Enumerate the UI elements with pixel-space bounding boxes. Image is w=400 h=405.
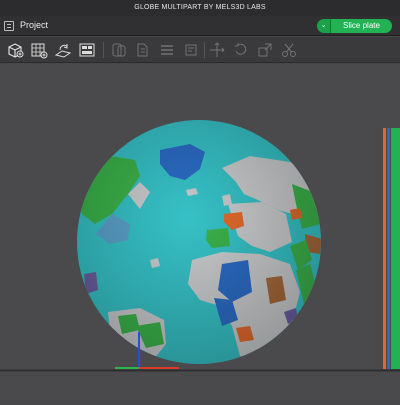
- viewport-canvas: [0, 120, 400, 372]
- menu-icon[interactable]: [4, 21, 14, 31]
- slice-dropdown-button[interactable]: ⌄: [317, 19, 331, 33]
- cut-icon[interactable]: [280, 41, 298, 59]
- auto-orient-icon[interactable]: [54, 41, 72, 59]
- toolbar: [0, 37, 400, 63]
- object-edge-blue: [387, 128, 390, 369]
- toolbar-separator: [204, 42, 205, 58]
- arrange-icon[interactable]: [78, 41, 96, 59]
- scale-icon[interactable]: [256, 41, 274, 59]
- ground-line: [0, 370, 400, 371]
- variable-layer-icon[interactable]: [182, 41, 200, 59]
- slice-group: ⌄ Slice plate: [317, 19, 392, 33]
- layers-icon[interactable]: [158, 41, 176, 59]
- menubar: Project ⌄ Slice plate: [0, 16, 400, 36]
- object-edge-green: [391, 128, 400, 369]
- globe-model[interactable]: [76, 120, 322, 364]
- add-object-icon[interactable]: [6, 41, 24, 59]
- object-edge-orange: [383, 128, 386, 369]
- slice-plate-button[interactable]: Slice plate: [331, 19, 392, 33]
- move-icon[interactable]: [208, 41, 226, 59]
- 3d-viewport[interactable]: [0, 64, 400, 400]
- window-title: GLOBE MULTIPART BY MELS3D LABS: [0, 0, 400, 16]
- split-parts-icon[interactable]: [134, 41, 152, 59]
- rotate-icon[interactable]: [232, 41, 250, 59]
- toolbar-separator: [103, 42, 104, 58]
- add-plate-icon[interactable]: [30, 41, 48, 59]
- project-tab[interactable]: Project: [20, 20, 48, 30]
- split-objects-icon[interactable]: [110, 41, 128, 59]
